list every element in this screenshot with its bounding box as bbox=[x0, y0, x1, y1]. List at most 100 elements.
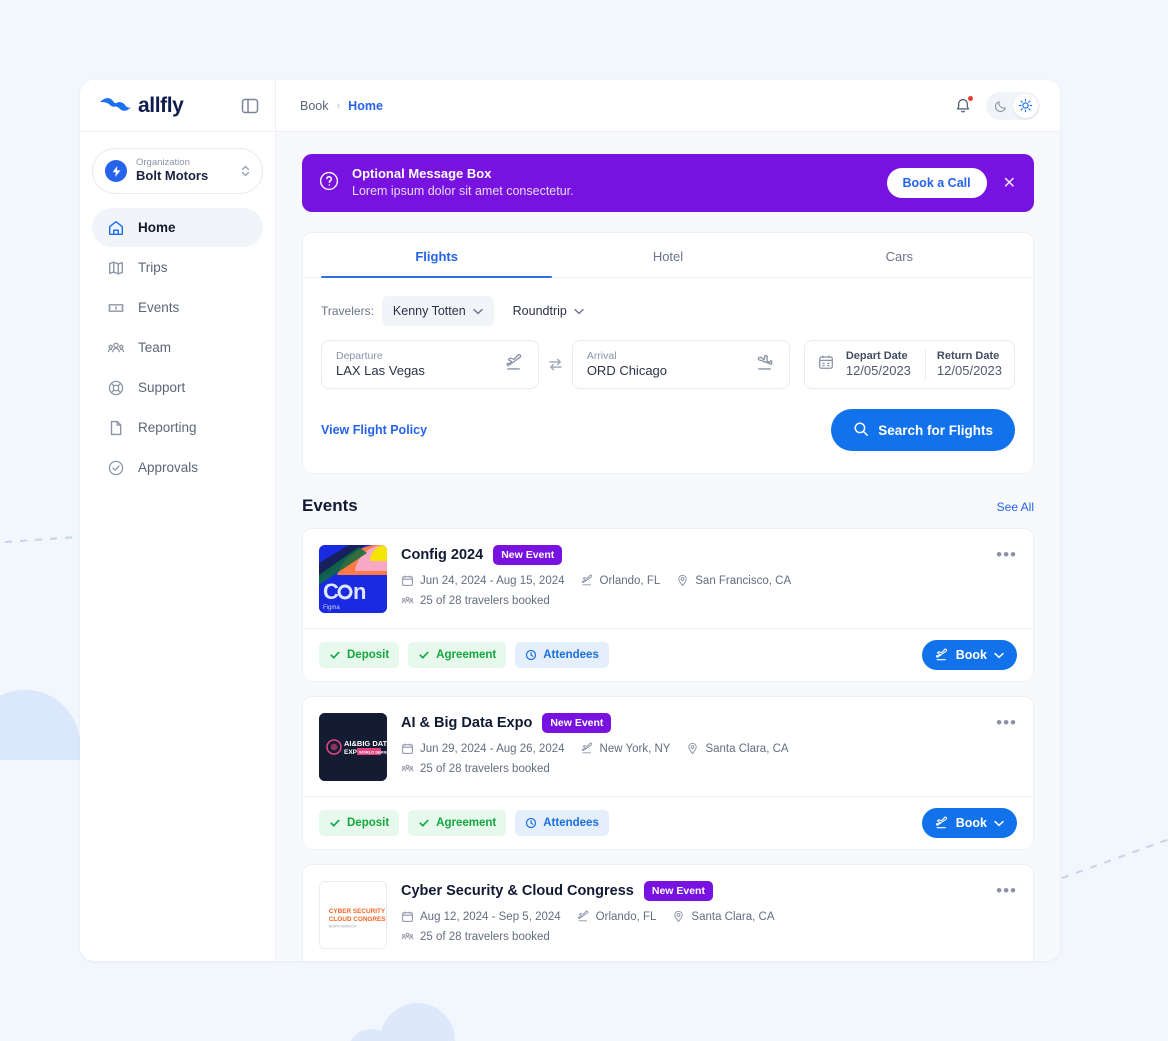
event-summary: CYBER SECURITY & CLOUD CONGRESS NORTH AM… bbox=[303, 865, 1033, 961]
book-button[interactable]: Book bbox=[921, 640, 1017, 670]
depart-date-value: 12/05/2023 bbox=[845, 363, 911, 379]
event-origin: New York, NY bbox=[581, 742, 670, 755]
event-summary: C n Figma Config 2024 New Event Jun 24, … bbox=[303, 529, 1033, 628]
calendar-icon bbox=[402, 743, 413, 754]
plane-takeoff-icon bbox=[577, 910, 588, 922]
breadcrumb-book[interactable]: Book bbox=[300, 99, 329, 113]
book-button-label: Book bbox=[955, 816, 987, 830]
status-pill-attendees[interactable]: Attendees bbox=[515, 810, 609, 836]
event-menu-icon[interactable]: ••• bbox=[996, 713, 1017, 733]
sidebar-item-team[interactable]: Team bbox=[92, 328, 263, 367]
check-icon bbox=[419, 651, 429, 659]
date-fields[interactable]: Depart Date 12/05/2023 Return Date 12/05… bbox=[803, 340, 1015, 389]
event-details: AI & Big Data Expo New Event Jun 29, 202… bbox=[401, 713, 982, 782]
status-pill-agreement[interactable]: Agreement bbox=[408, 810, 507, 836]
people-icon bbox=[401, 764, 414, 772]
chevron-down-icon bbox=[472, 308, 483, 314]
event-dates-text: Jun 29, 2024 - Aug 26, 2024 bbox=[420, 742, 565, 755]
theme-toggle[interactable] bbox=[986, 91, 1040, 120]
event-menu-icon[interactable]: ••• bbox=[996, 545, 1017, 565]
search-flights-button[interactable]: Search for Flights bbox=[831, 409, 1015, 451]
sidebar-item-trips[interactable]: Trips bbox=[92, 248, 263, 287]
chevron-down-icon bbox=[994, 652, 1004, 658]
event-card: C n Figma Config 2024 New Event Jun 24, … bbox=[302, 528, 1034, 682]
event-name: AI & Big Data Expo bbox=[401, 715, 533, 731]
sidebar-item-events[interactable]: Events bbox=[92, 288, 263, 327]
event-meta-row: Jun 24, 2024 - Aug 15, 2024 Orlando, FL … bbox=[401, 574, 982, 587]
book-a-call-button[interactable]: Book a Call bbox=[886, 168, 987, 198]
event-travelers-text: 25 of 28 travelers booked bbox=[420, 762, 550, 775]
swap-route-icon[interactable] bbox=[539, 356, 572, 373]
notification-bell-icon[interactable] bbox=[954, 94, 974, 116]
arrival-field[interactable]: Arrival ORD Chicago bbox=[571, 340, 790, 389]
sidebar-item-support[interactable]: Support bbox=[92, 368, 263, 407]
depart-date-field[interactable]: Depart Date 12/05/2023 bbox=[845, 348, 926, 381]
sidebar: allfly Organization Bolt Motors Home Tri… bbox=[80, 80, 276, 961]
departure-value: LAX Las Vegas bbox=[336, 362, 425, 378]
document-icon bbox=[106, 418, 125, 437]
dark-mode-icon[interactable] bbox=[988, 94, 1013, 118]
event-meta-row: Jun 29, 2024 - Aug 26, 2024 New York, NY… bbox=[401, 742, 982, 755]
search-flights-label: Search for Flights bbox=[878, 422, 993, 438]
arrival-label: Arrival bbox=[586, 349, 617, 362]
sidebar-item-label: Support bbox=[138, 380, 186, 395]
status-pill-attendees[interactable]: Attendees bbox=[515, 642, 609, 668]
svg-text:CYBER SECURITY &: CYBER SECURITY & bbox=[329, 908, 386, 915]
chevron-down-icon bbox=[574, 308, 584, 314]
sidebar-item-approvals[interactable]: Approvals bbox=[92, 448, 263, 487]
event-destination-text: San Francisco, CA bbox=[695, 574, 792, 587]
calendar-icon bbox=[402, 575, 413, 586]
trip-type-select[interactable]: Roundtrip bbox=[502, 296, 595, 326]
sidebar-item-label: Approvals bbox=[138, 460, 199, 475]
sidebar-item-home[interactable]: Home bbox=[92, 208, 263, 247]
event-travelers-text: 25 of 28 travelers booked bbox=[420, 594, 550, 607]
help-circle-icon bbox=[318, 170, 340, 197]
arrival-value: ORD Chicago bbox=[586, 362, 668, 378]
svg-text:n: n bbox=[353, 579, 366, 604]
event-card: CYBER SECURITY & CLOUD CONGRESS NORTH AM… bbox=[302, 864, 1034, 961]
sidebar-item-label: Reporting bbox=[138, 420, 197, 435]
plane-takeoff-icon bbox=[581, 574, 592, 586]
event-destination: San Francisco, CA bbox=[676, 574, 791, 587]
location-pin-icon bbox=[674, 910, 684, 923]
event-menu-icon[interactable]: ••• bbox=[996, 881, 1017, 901]
status-pill-label: Attendees bbox=[543, 817, 599, 829]
sidebar-header: allfly bbox=[80, 80, 275, 132]
top-bar-actions bbox=[954, 91, 1040, 120]
sidebar-item-reporting[interactable]: Reporting bbox=[92, 408, 263, 447]
brand-logo[interactable]: allfly bbox=[98, 93, 184, 118]
tab-hotel[interactable]: Hotel bbox=[552, 233, 783, 277]
sidebar-toggle-icon[interactable] bbox=[241, 97, 259, 115]
sidebar-item-label: Home bbox=[138, 220, 176, 235]
light-mode-icon[interactable] bbox=[1013, 93, 1038, 118]
people-icon bbox=[401, 932, 414, 940]
notification-dot bbox=[967, 94, 974, 102]
banner-close-icon[interactable]: ✕ bbox=[999, 173, 1020, 193]
plane-icon bbox=[935, 816, 947, 829]
return-date-field[interactable]: Return Date 12/05/2023 bbox=[937, 349, 1002, 380]
event-destination-text: Santa Clara, CA bbox=[705, 742, 789, 755]
lifebuoy-icon bbox=[106, 378, 125, 397]
svg-text:NORTH AMERICA: NORTH AMERICA bbox=[329, 925, 357, 929]
status-pill-deposit[interactable]: Deposit bbox=[319, 642, 400, 668]
traveler-name: Kenny Totten bbox=[392, 304, 466, 318]
banner-title: Optional Message Box bbox=[352, 166, 492, 182]
breadcrumb-home[interactable]: Home bbox=[348, 99, 383, 113]
tab-cars[interactable]: Cars bbox=[784, 233, 1015, 277]
event-dates-text: Aug 12, 2024 - Sep 5, 2024 bbox=[420, 910, 561, 923]
see-all-link[interactable]: See All bbox=[997, 500, 1034, 514]
event-travelers-row: 25 of 28 travelers booked bbox=[401, 594, 982, 607]
svg-text:WORLD SERIES: WORLD SERIES bbox=[359, 750, 387, 755]
events-header: Events See All bbox=[302, 496, 1034, 516]
sidebar-item-label: Team bbox=[138, 340, 172, 355]
main-area: Book › Home Optional Message Box Lorem i… bbox=[276, 80, 1060, 961]
status-pill-agreement[interactable]: Agreement bbox=[408, 642, 507, 668]
traveler-select[interactable]: Kenny Totten bbox=[381, 296, 494, 326]
status-pill-deposit[interactable]: Deposit bbox=[319, 810, 400, 836]
view-flight-policy-link[interactable]: View Flight Policy bbox=[321, 423, 427, 437]
tab-flights[interactable]: Flights bbox=[321, 233, 553, 278]
book-button[interactable]: Book bbox=[921, 808, 1017, 838]
departure-field[interactable]: Departure LAX Las Vegas bbox=[321, 340, 540, 389]
event-details: Cyber Security & Cloud Congress New Even… bbox=[401, 881, 982, 950]
organization-selector[interactable]: Organization Bolt Motors bbox=[92, 148, 263, 194]
